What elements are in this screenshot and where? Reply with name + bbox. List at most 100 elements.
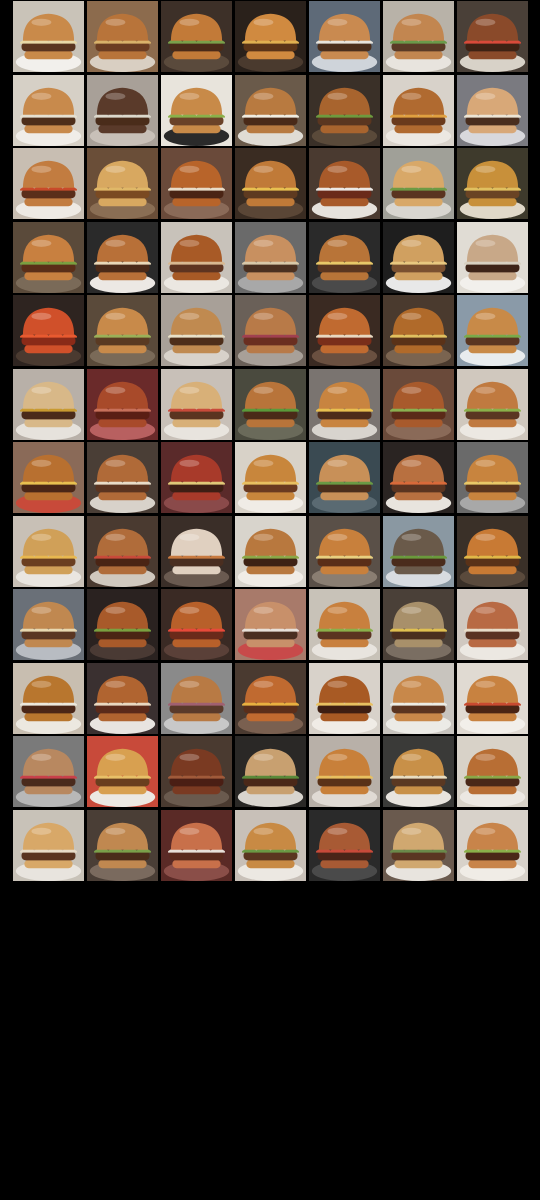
burger-photo-tile: [383, 810, 454, 882]
burger-photo-tile: [309, 295, 380, 367]
burger-photo: [13, 736, 84, 808]
burger-photo: [87, 589, 158, 661]
burger-photo-tile: [161, 810, 232, 882]
burger-photo: [309, 810, 380, 882]
burger-photo-tile: [457, 736, 528, 808]
burger-photo-tile: [457, 74, 528, 146]
burger-photo: [309, 148, 380, 220]
burger-photo: [235, 295, 306, 367]
burger-photo: [161, 74, 232, 146]
burger-photo-tile: [309, 148, 380, 220]
burger-photo-tile: [457, 589, 528, 661]
burger-photo: [161, 148, 232, 220]
burger-photo-tile: [13, 515, 84, 587]
burger-photo: [13, 662, 84, 734]
burger-photo-tile: [383, 442, 454, 514]
burger-photo-tile: [383, 736, 454, 808]
burger-photo-tile: [309, 1, 380, 72]
burger-photo: [87, 810, 158, 882]
burger-photo: [13, 74, 84, 146]
burger-photo-tile: [13, 1, 84, 72]
burger-photo: [161, 1, 232, 72]
burger-photo: [383, 368, 454, 440]
burger-photo-tile: [87, 442, 158, 514]
burger-photo: [383, 736, 454, 808]
burger-photo-tile: [309, 589, 380, 661]
burger-photo: [309, 368, 380, 440]
burger-photo-tile: [235, 442, 306, 514]
burger-photo-tile: [13, 662, 84, 734]
burger-photo-tile: [457, 368, 528, 440]
burger-photo: [309, 442, 380, 514]
burger-photo: [13, 1, 84, 72]
burger-photo: [457, 295, 528, 367]
burger-photo: [235, 221, 306, 293]
burger-photo: [87, 662, 158, 734]
burger-photo-tile: [87, 148, 158, 220]
burger-photo-tile: [87, 368, 158, 440]
burger-photo: [87, 74, 158, 146]
burger-photo-tile: [309, 515, 380, 587]
burger-photo-tile: [235, 589, 306, 661]
burger-photo-tile: [87, 589, 158, 661]
burger-photo: [309, 74, 380, 146]
burger-photo: [13, 515, 84, 587]
burger-photo-tile: [161, 736, 232, 808]
burger-photo-tile: [13, 442, 84, 514]
burger-photo: [161, 442, 232, 514]
burger-photo: [457, 589, 528, 661]
burger-photo: [87, 148, 158, 220]
burger-photo-tile: [383, 662, 454, 734]
burger-photo: [383, 810, 454, 882]
burger-photo-tile: [383, 1, 454, 72]
burger-photo: [457, 148, 528, 220]
burger-photo-tile: [457, 810, 528, 882]
burger-photo: [457, 221, 528, 293]
burger-photo-tile: [457, 221, 528, 293]
burger-photo-tile: [235, 368, 306, 440]
burger-photo: [235, 368, 306, 440]
burger-photo-tile: [161, 515, 232, 587]
burger-photo-tile: [87, 736, 158, 808]
burger-photo: [309, 515, 380, 587]
burger-photo: [235, 589, 306, 661]
burger-photo: [13, 221, 84, 293]
burger-photo: [87, 368, 158, 440]
burger-photo: [235, 1, 306, 72]
burger-photo: [235, 736, 306, 808]
burger-photo: [309, 1, 380, 72]
burger-photo: [13, 148, 84, 220]
burger-photo: [383, 589, 454, 661]
burger-photo-tile: [161, 368, 232, 440]
burger-photo: [13, 589, 84, 661]
burger-photo-tile: [87, 810, 158, 882]
burger-photo-tile: [161, 442, 232, 514]
burger-photo: [161, 221, 232, 293]
burger-photo: [235, 442, 306, 514]
burger-photo: [161, 662, 232, 734]
burger-photo: [309, 589, 380, 661]
burger-photo: [383, 221, 454, 293]
burger-photo-tile: [383, 221, 454, 293]
burger-photo: [87, 1, 158, 72]
burger-photo: [383, 515, 454, 587]
burger-photo-tile: [13, 221, 84, 293]
burger-photo-tile: [457, 295, 528, 367]
burger-photo: [235, 74, 306, 146]
burger-photo-tile: [309, 810, 380, 882]
burger-photo-tile: [383, 368, 454, 440]
burger-photo-tile: [383, 148, 454, 220]
burger-photo-tile: [13, 74, 84, 146]
burger-photo-tile: [13, 148, 84, 220]
burger-photo: [161, 589, 232, 661]
burger-photo: [235, 810, 306, 882]
burger-photo-tile: [87, 515, 158, 587]
burger-photo-tile: [235, 295, 306, 367]
burger-photo: [13, 810, 84, 882]
burger-photo-tile: [457, 442, 528, 514]
burger-photo: [13, 368, 84, 440]
burger-photo-tile: [309, 368, 380, 440]
burger-photo-tile: [87, 295, 158, 367]
burger-photo-tile: [13, 736, 84, 808]
burger-photo: [87, 295, 158, 367]
